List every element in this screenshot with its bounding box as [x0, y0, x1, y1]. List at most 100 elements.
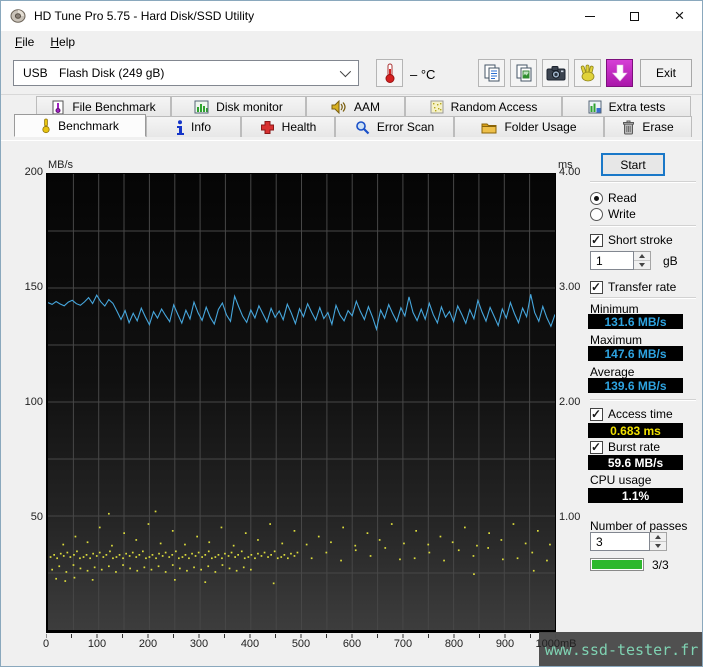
drive-select-dropdown[interactable]: USB Flash Disk (249 gB): [13, 60, 359, 86]
access-time-value: 0.683 ms: [588, 423, 683, 438]
write-radio[interactable]: Write: [590, 207, 636, 221]
tab-label: Disk monitor: [216, 100, 283, 114]
chart-plot-area: [48, 174, 555, 630]
down-arrow-icon: [639, 263, 645, 267]
down-arrow-icon: [655, 544, 661, 548]
tab-label: Erase: [642, 120, 673, 134]
axis-tick-label: 400: [228, 638, 272, 650]
exit-label: Exit: [656, 66, 676, 80]
donate-hand-icon: [578, 63, 598, 83]
axis-tick-label: 0: [24, 638, 68, 650]
separator: [590, 225, 696, 227]
tab-control: File Benchmark Disk monitor AAM: [1, 96, 703, 138]
axis-tick-label: 700: [381, 638, 425, 650]
passes-label: Number of passes: [590, 519, 687, 533]
title-bar: HD Tune Pro 5.75 - Hard Disk/SSD Utility…: [1, 1, 702, 31]
tab-info[interactable]: Info: [146, 116, 241, 137]
donate-button[interactable]: [574, 59, 601, 87]
maximum-value: 147.6 MB/s: [588, 346, 683, 361]
progress-fill: [592, 560, 642, 569]
short-stroke-label: Short stroke: [608, 233, 673, 247]
short-stroke-checkbox[interactable]: Short stroke: [590, 233, 673, 247]
start-label: Start: [620, 158, 645, 172]
size-unit-label: gB: [663, 251, 678, 270]
tab-aam[interactable]: AAM: [306, 96, 405, 117]
axis-tick-label: 200: [126, 638, 170, 650]
burst-rate-checkbox[interactable]: Burst rate: [590, 440, 660, 454]
tab-benchmark[interactable]: Benchmark: [14, 114, 146, 137]
checkbox-icon: [590, 234, 603, 247]
temperature-button[interactable]: [376, 59, 403, 87]
copy-text-icon: [482, 63, 502, 83]
spinner-up-button[interactable]: [634, 252, 650, 261]
tab-erase[interactable]: Erase: [604, 116, 692, 137]
axis-tick-label: 50: [13, 511, 43, 523]
axis-tick-label: 1000mB: [534, 638, 578, 650]
file-benchmark-icon: [51, 100, 65, 115]
radio-icon: [590, 208, 603, 221]
maximize-button[interactable]: [612, 1, 657, 31]
close-button[interactable]: ×: [657, 1, 702, 31]
separator: [590, 181, 696, 183]
axis-tick-label: 4.00: [559, 166, 595, 178]
menu-help[interactable]: Help: [42, 33, 83, 51]
exit-button[interactable]: Exit: [640, 59, 692, 87]
toolbar: USB Flash Disk (249 gB) – °C: [1, 53, 702, 95]
transfer-rate-label: Transfer rate: [608, 280, 676, 294]
save-results-button[interactable]: [606, 59, 633, 87]
screenshot-button[interactable]: [542, 59, 569, 87]
axis-tick-label: 1.00: [559, 511, 595, 523]
passes-spinner[interactable]: 3: [590, 532, 667, 551]
axis-tick-label: 150: [13, 281, 43, 293]
error-scan-icon: [355, 120, 370, 135]
tab-extra-tests[interactable]: Extra tests: [562, 96, 691, 117]
copy-text-button[interactable]: [478, 59, 505, 87]
tab-health[interactable]: Health: [241, 116, 335, 137]
spinner-down-button[interactable]: [650, 542, 666, 550]
spinner-down-button[interactable]: [634, 261, 650, 269]
spinner-value[interactable]: 1: [590, 251, 634, 270]
short-stroke-size-spinner[interactable]: 1 gB: [590, 251, 678, 270]
app-logo-icon: [10, 8, 26, 24]
menu-file[interactable]: File: [7, 33, 42, 51]
separator: [590, 399, 696, 401]
spinner-value[interactable]: 3: [590, 532, 650, 551]
tab-error-scan[interactable]: Error Scan: [335, 116, 454, 137]
close-icon: ×: [675, 6, 685, 26]
spinner-up-button[interactable]: [650, 533, 666, 542]
tab-label: Benchmark: [58, 119, 119, 133]
separator: [590, 297, 696, 299]
chevron-down-icon: [340, 66, 351, 77]
disk-monitor-icon: [194, 100, 209, 114]
tab-label: Extra tests: [609, 100, 666, 114]
axis-tick-label: 500: [279, 638, 323, 650]
folder-usage-icon: [481, 121, 497, 134]
aam-speaker-icon: [331, 100, 347, 114]
cpu-usage-label: CPU usage: [590, 473, 651, 487]
tab-label: Error Scan: [377, 120, 434, 134]
tab-folder-usage[interactable]: Folder Usage: [454, 116, 604, 137]
transfer-rate-checkbox[interactable]: Transfer rate: [590, 280, 676, 294]
temperature-value: – °C: [410, 67, 435, 82]
minimize-button[interactable]: [567, 1, 612, 31]
random-access-icon: [430, 100, 444, 114]
maximize-icon: [630, 12, 639, 21]
radio-icon: [590, 192, 603, 205]
access-time-checkbox[interactable]: Access time: [590, 407, 673, 421]
burst-rate-label: Burst rate: [608, 440, 660, 454]
erase-icon: [622, 120, 635, 135]
tab-label: Info: [191, 120, 211, 134]
start-button[interactable]: Start: [601, 153, 665, 176]
copy-image-button[interactable]: [510, 59, 537, 87]
axis-tick-label: 100: [13, 396, 43, 408]
read-radio[interactable]: Read: [590, 191, 637, 205]
read-label: Read: [608, 191, 637, 205]
write-label: Write: [608, 207, 636, 221]
thermometer-icon: [381, 62, 399, 84]
extra-tests-icon: [588, 100, 602, 114]
screenshot-camera-icon: [546, 65, 566, 81]
tab-disk-monitor[interactable]: Disk monitor: [171, 96, 306, 117]
tab-random-access[interactable]: Random Access: [405, 96, 562, 117]
tab-label: Random Access: [451, 100, 538, 114]
axis-tick-label: 100: [75, 638, 119, 650]
